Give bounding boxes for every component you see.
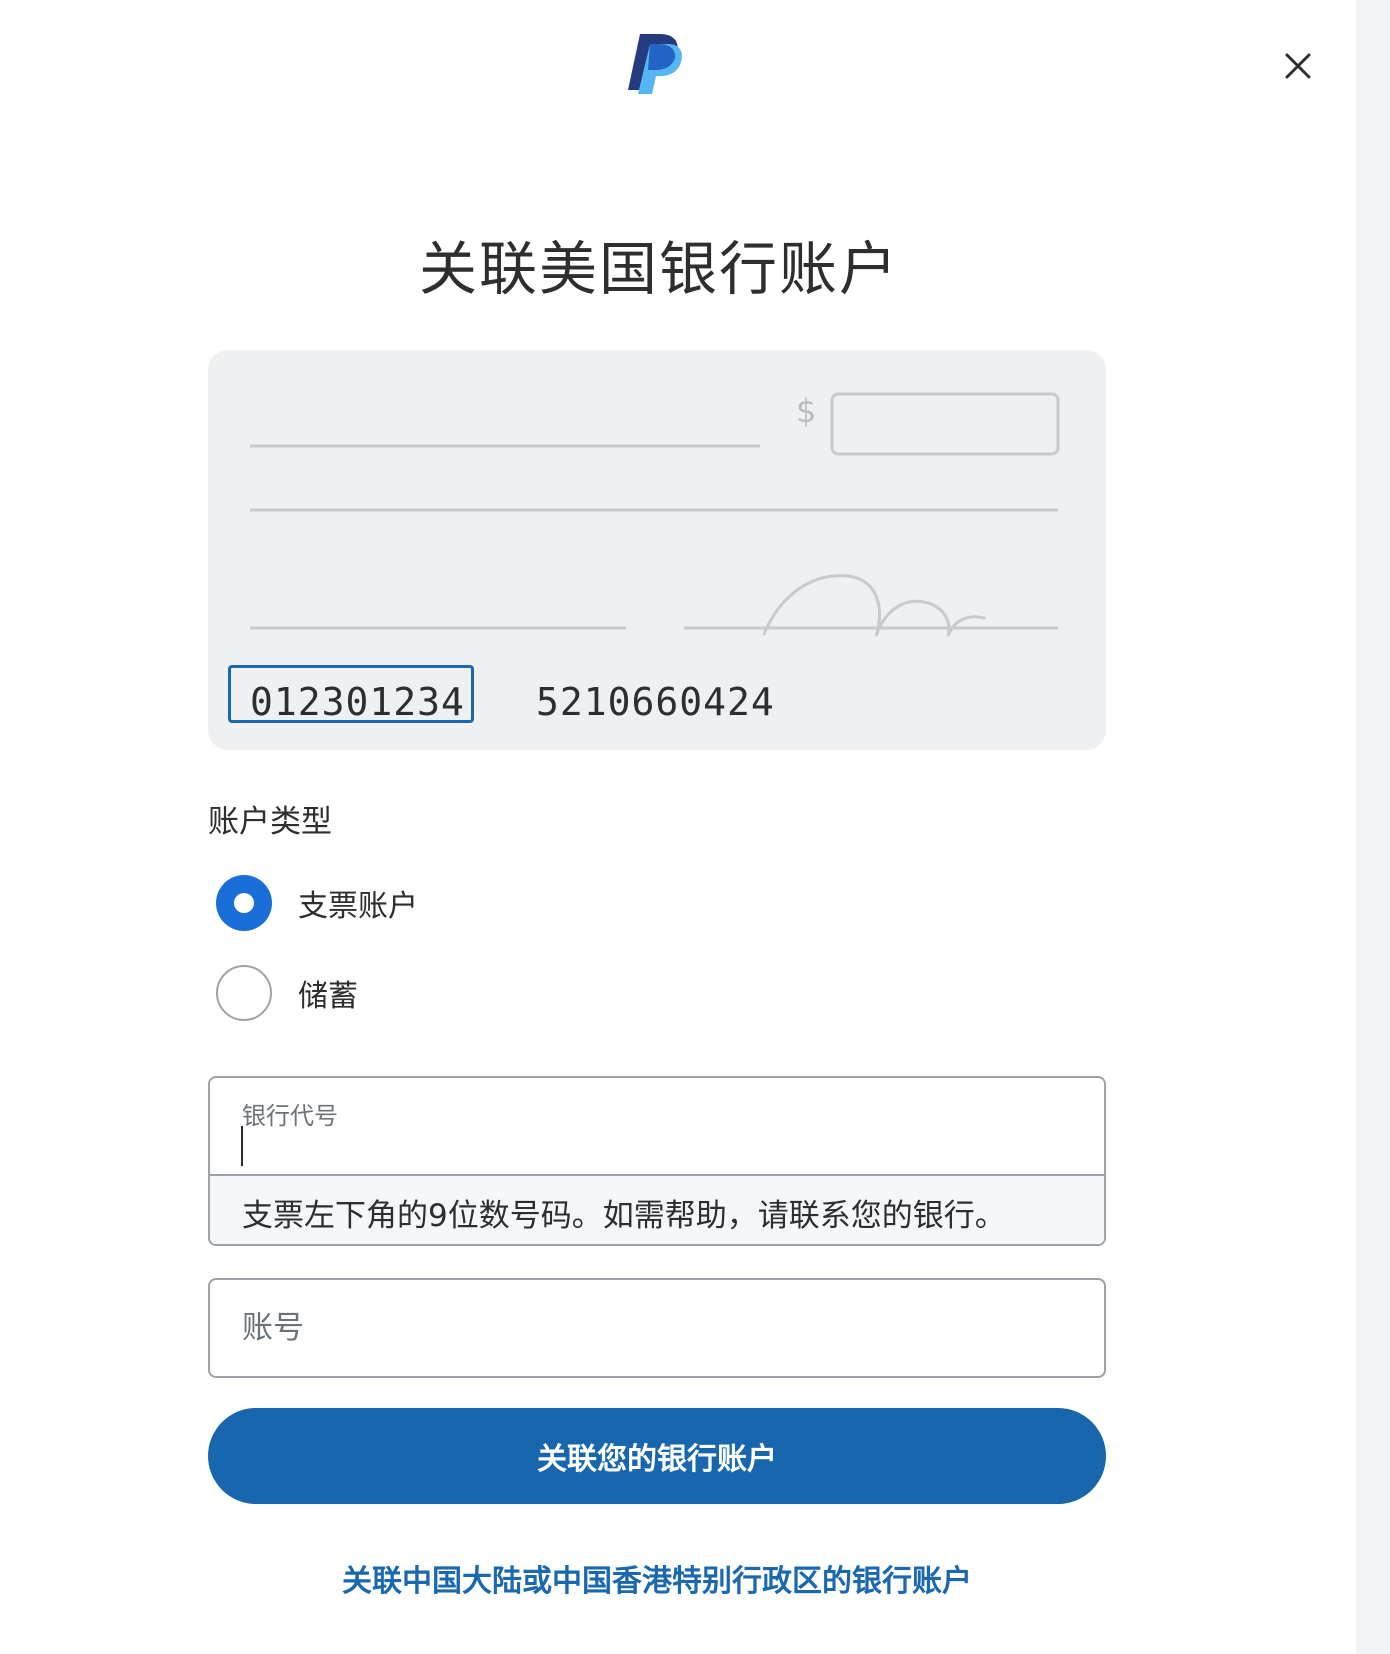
close-icon [1285, 53, 1311, 79]
link-china-bank-account[interactable]: 关联中国大陆或中国香港特别行政区的银行账户 [0, 1556, 1314, 1600]
radio-savings-label: 储蓄 [298, 979, 358, 1014]
account-number-input[interactable] [210, 1280, 1104, 1376]
page-title: 关联美国银行账户 [418, 235, 899, 303]
routing-number-label: 银行代号 [242, 1102, 338, 1130]
paypal-logo-icon [626, 32, 684, 96]
radio-savings[interactable]: 储蓄 [216, 964, 358, 1022]
check-illustration: $ 012301234 5210660424 [208, 350, 1106, 750]
routing-number-field[interactable]: 银行代号 支票左下角的9位数号码。如需帮助，请联系您的银行。 [208, 1076, 1106, 1246]
radio-checking[interactable]: 支票账户 [216, 874, 418, 932]
routing-number-helper: 支票左下角的9位数号码。如需帮助，请联系您的银行。 [210, 1174, 1104, 1244]
radio-checking-indicator[interactable] [216, 875, 272, 931]
close-button[interactable] [1268, 36, 1328, 96]
currency-symbol: $ [796, 392, 816, 430]
radio-savings-indicator[interactable] [216, 965, 272, 1021]
right-scroll-rail [1356, 0, 1390, 1654]
check-account-number: 5210660424 [536, 680, 775, 724]
account-type-label: 账户类型 [208, 804, 332, 840]
link-bank-page: 关联美国银行账户 $ 012301234 5210660424 账户类型 支票账… [0, 0, 1356, 1654]
radio-checking-label: 支票账户 [298, 889, 418, 924]
account-number-field[interactable] [208, 1278, 1106, 1378]
text-caret [241, 1126, 243, 1166]
link-bank-button[interactable]: 关联您的银行账户 [208, 1408, 1106, 1504]
check-routing-number: 012301234 [250, 680, 465, 724]
